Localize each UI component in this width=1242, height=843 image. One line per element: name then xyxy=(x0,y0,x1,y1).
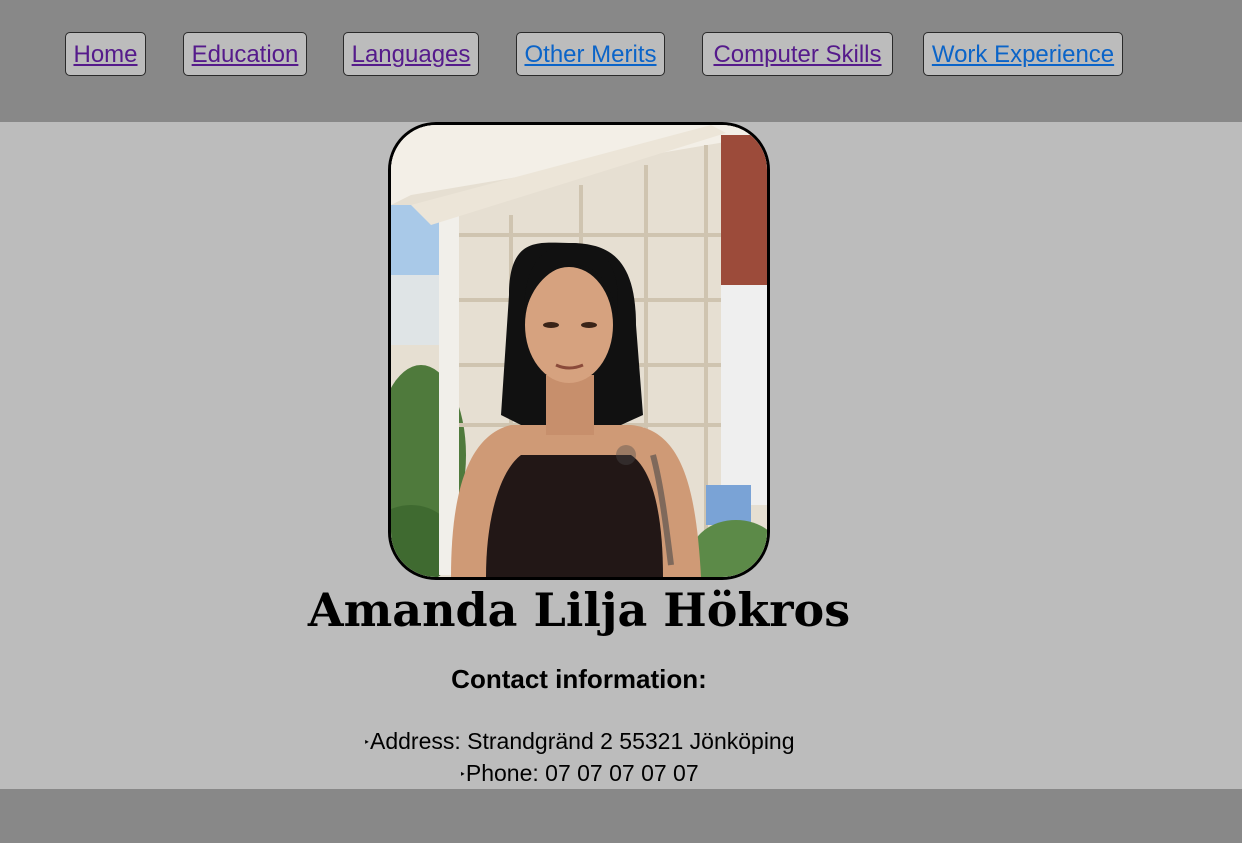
nav-work-experience-link[interactable]: Work Experience xyxy=(923,32,1123,76)
contact-address: ‣Address: Strandgränd 2 55321 Jönköping xyxy=(0,726,1158,758)
nav-home-link[interactable]: Home xyxy=(65,32,146,76)
person-name: Amanda Lilja Hökros xyxy=(307,583,851,637)
nav-computer-skills-link[interactable]: Computer Skills xyxy=(702,32,893,76)
contact-phone: ‣Phone: 07 07 07 07 07 xyxy=(0,758,1158,790)
profile-photo xyxy=(388,122,770,580)
top-navigation: Home Education Languages Other Merits Co… xyxy=(0,0,1242,122)
nav-education-link[interactable]: Education xyxy=(183,32,307,76)
nav-languages-link[interactable]: Languages xyxy=(343,32,479,76)
contact-phone-text: Phone: 07 07 07 07 07 xyxy=(465,760,699,786)
footer-bar xyxy=(0,789,1242,843)
nav-other-merits-link[interactable]: Other Merits xyxy=(516,32,665,76)
main-content: Amanda Lilja Hökros Contact information:… xyxy=(0,122,1242,789)
contact-address-text: Address: Strandgränd 2 55321 Jönköping xyxy=(369,728,795,754)
contact-heading: Contact information: xyxy=(451,664,707,694)
